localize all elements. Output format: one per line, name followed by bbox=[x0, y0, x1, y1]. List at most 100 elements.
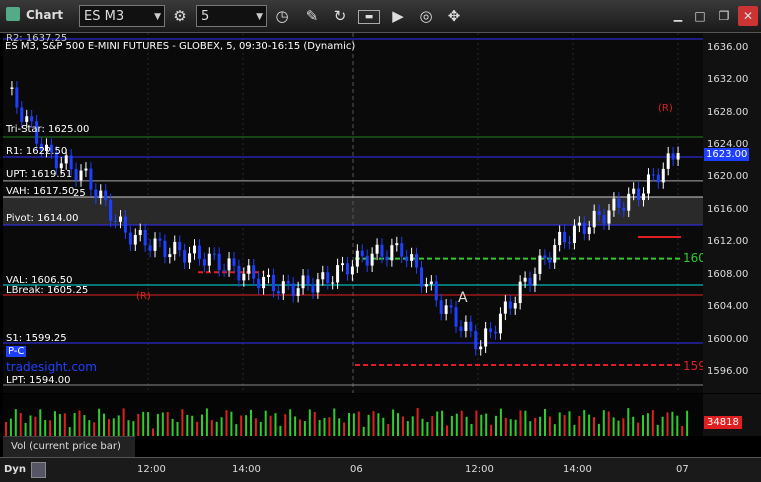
candle-body bbox=[553, 245, 557, 263]
candle-body bbox=[89, 168, 93, 190]
candle-body bbox=[459, 326, 463, 332]
candle-body bbox=[395, 243, 399, 246]
candle-body bbox=[202, 259, 206, 266]
candle-body bbox=[291, 283, 295, 296]
candle-body bbox=[558, 231, 562, 246]
price-chart[interactable]: ES M3, S&P 500 E-MINI FUTURES - GLOBEX, … bbox=[3, 33, 706, 393]
volume-bar bbox=[573, 424, 576, 436]
candle-body bbox=[612, 198, 616, 211]
volume-bar bbox=[34, 416, 37, 436]
volume-bar bbox=[132, 421, 135, 436]
volume-bar bbox=[646, 413, 649, 436]
candle-body bbox=[474, 331, 478, 350]
lock-icon[interactable] bbox=[31, 462, 46, 478]
candle-body bbox=[360, 250, 364, 256]
volume-chart bbox=[5, 408, 689, 436]
volume-bar bbox=[181, 409, 184, 436]
candle-body bbox=[568, 242, 572, 244]
volume-panel[interactable] bbox=[3, 394, 703, 436]
volume-bar bbox=[499, 408, 502, 436]
candle-body bbox=[217, 253, 221, 271]
volume-bar bbox=[622, 418, 625, 436]
volume-bar bbox=[632, 416, 635, 436]
volume-axis: 34818 bbox=[703, 394, 761, 436]
candle-body bbox=[661, 168, 665, 183]
restore-icon[interactable]: ❐ bbox=[714, 6, 734, 26]
maximize-icon[interactable]: □ bbox=[690, 6, 710, 26]
symbol-selector[interactable]: ES M3 ▼ bbox=[79, 5, 165, 27]
pencil-icon[interactable]: ✎ bbox=[302, 6, 322, 26]
candle-body bbox=[533, 273, 537, 286]
volume-bar bbox=[372, 411, 375, 436]
volume-bar bbox=[328, 417, 331, 436]
volume-bar bbox=[88, 420, 91, 436]
volume-bar bbox=[612, 417, 615, 436]
volume-bar bbox=[308, 409, 311, 436]
volume-bar bbox=[98, 408, 101, 436]
vah-count: 25 bbox=[73, 188, 86, 199]
drag-tool-icon[interactable]: ✥ bbox=[444, 6, 464, 26]
volume-bar bbox=[544, 408, 546, 436]
candle-body bbox=[469, 321, 473, 332]
volume-bar bbox=[245, 415, 248, 436]
candle-body bbox=[390, 245, 394, 261]
target-icon[interactable]: ◎ bbox=[416, 6, 436, 26]
candle-body bbox=[508, 301, 512, 309]
volume-bar bbox=[250, 409, 252, 436]
candle-body bbox=[385, 256, 389, 261]
volume-bar bbox=[627, 408, 630, 436]
candle-body bbox=[281, 281, 285, 294]
minimize-icon[interactable]: ▁ bbox=[668, 6, 688, 26]
candle-body bbox=[222, 270, 226, 272]
tri-star-label: Tri-Star: 1625.00 bbox=[6, 124, 90, 135]
volume-bar bbox=[78, 410, 81, 436]
close-icon[interactable]: ✕ bbox=[738, 6, 758, 26]
volume-bar bbox=[323, 417, 326, 436]
volume-bar bbox=[519, 410, 522, 436]
candle-body bbox=[666, 153, 670, 169]
volume-bar bbox=[205, 408, 208, 436]
candle-body bbox=[173, 241, 177, 255]
period-selector[interactable]: 5 ▼ bbox=[196, 5, 267, 27]
volume-bar bbox=[568, 411, 571, 436]
price-tick: 1632.00 bbox=[707, 74, 749, 85]
candle-body bbox=[646, 174, 650, 194]
volume-bar bbox=[274, 413, 277, 436]
candle-body bbox=[498, 313, 502, 334]
chart-type-icon[interactable]: ▬ bbox=[358, 10, 380, 24]
volume-bar bbox=[656, 424, 659, 436]
volume-bar bbox=[558, 412, 561, 436]
volume-bar bbox=[539, 416, 542, 436]
volume-bar bbox=[460, 410, 463, 436]
settings-gear-icon[interactable]: ⚙ bbox=[170, 6, 190, 26]
volume-bar bbox=[534, 417, 537, 436]
volume-bar bbox=[392, 409, 395, 436]
clock-icon[interactable]: ◷ bbox=[272, 6, 292, 26]
volume-bar bbox=[63, 413, 66, 436]
volume-bar bbox=[284, 414, 287, 436]
candle-body bbox=[429, 281, 433, 285]
candle-body bbox=[523, 277, 527, 282]
refresh-icon[interactable]: ↻ bbox=[330, 6, 350, 26]
volume-bar bbox=[348, 412, 350, 436]
volume-bar bbox=[142, 411, 145, 436]
candle-body bbox=[168, 254, 172, 258]
time-tick: 14:00 bbox=[563, 464, 592, 475]
dyn-label[interactable]: Dyn bbox=[4, 464, 26, 475]
candle-body bbox=[370, 253, 374, 266]
price-axis[interactable]: 1636.00 1632.00 1628.00 1624.00 1620.00 … bbox=[703, 33, 761, 393]
current-price-badge: 1623.00 bbox=[704, 148, 750, 161]
volume-bar bbox=[49, 420, 52, 436]
volume-bar bbox=[318, 420, 321, 436]
candle-body bbox=[400, 243, 404, 257]
lbreak-label: LBreak: 1605.25 bbox=[6, 285, 89, 296]
candle-body bbox=[563, 231, 567, 243]
time-tick: 12:00 bbox=[465, 464, 494, 475]
candle-body bbox=[365, 255, 369, 266]
volume-tab[interactable]: Vol (current price bar) bbox=[3, 436, 135, 457]
volume-bar bbox=[637, 422, 640, 436]
candle-body bbox=[632, 188, 636, 194]
play-icon[interactable]: ▶ bbox=[388, 6, 408, 26]
candle-body bbox=[296, 288, 300, 296]
candle-body bbox=[15, 87, 19, 108]
